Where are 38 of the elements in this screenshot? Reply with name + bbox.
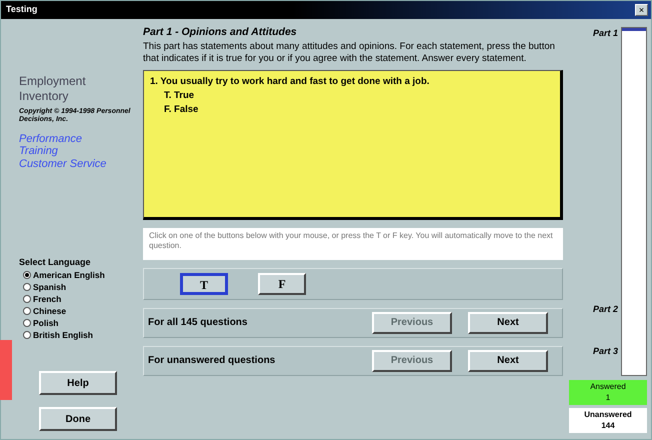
- window-title: Testing: [6, 3, 38, 16]
- answer-option: F. False: [150, 103, 554, 118]
- radio-button[interactable]: [23, 295, 31, 303]
- radio-label[interactable]: Polish: [33, 317, 59, 329]
- radio-label[interactable]: Chinese: [33, 305, 66, 317]
- next-button[interactable]: Next: [468, 312, 548, 334]
- app-title: Employment Inventory: [19, 74, 87, 104]
- next-button[interactable]: Next: [468, 350, 548, 372]
- navigation-label: For all 145 questions: [148, 316, 248, 330]
- part-title: Part 1 - Opinions and Attitudes: [143, 25, 298, 40]
- radio-button[interactable]: [23, 271, 31, 279]
- radio-label[interactable]: American English: [33, 269, 105, 281]
- part-description: This part has statements about many attitudes and opinions. For each statement, press the button that indicates if it is true for you or if you agree with the statement. Answer every statement.: [143, 40, 556, 64]
- answer-button[interactable]: F: [258, 272, 306, 294]
- answered-count: Answered: [589, 382, 627, 393]
- sidebar-button[interactable]: Help: [39, 371, 117, 395]
- close-button[interactable]: ×: [635, 4, 648, 16]
- answer-button[interactable]: T: [180, 272, 228, 294]
- answer-option: T. True: [150, 88, 554, 103]
- radio-button[interactable]: [23, 319, 31, 327]
- radio-label[interactable]: Spanish: [33, 281, 66, 293]
- unanswered-count: 144: [600, 420, 616, 431]
- desktop-shape: [0, 340, 12, 400]
- radio-button[interactable]: [23, 331, 31, 339]
- instructions-text: Click on one of the buttons below with your mouse, or press the T or F key. You will automatically move to the next question.: [143, 228, 563, 260]
- part-label: Part 3: [592, 344, 618, 358]
- sidebar-button[interactable]: Done: [39, 407, 117, 431]
- navigation-label: For unanswered questions: [148, 354, 276, 368]
- answered-count: 1: [604, 392, 612, 404]
- question-text: 1. You usually try to work hard and fast to get done with a job.: [150, 74, 430, 88]
- language-label: Select Language: [19, 256, 92, 269]
- radio-button[interactable]: [23, 307, 31, 315]
- unanswered-count: Unanswered: [583, 410, 633, 421]
- radio-button[interactable]: [23, 283, 31, 291]
- part-label: Part 2: [592, 303, 618, 316]
- radio-label[interactable]: French: [33, 293, 62, 305]
- radio-label[interactable]: British English: [33, 329, 93, 341]
- part-label: Part 1: [592, 27, 618, 40]
